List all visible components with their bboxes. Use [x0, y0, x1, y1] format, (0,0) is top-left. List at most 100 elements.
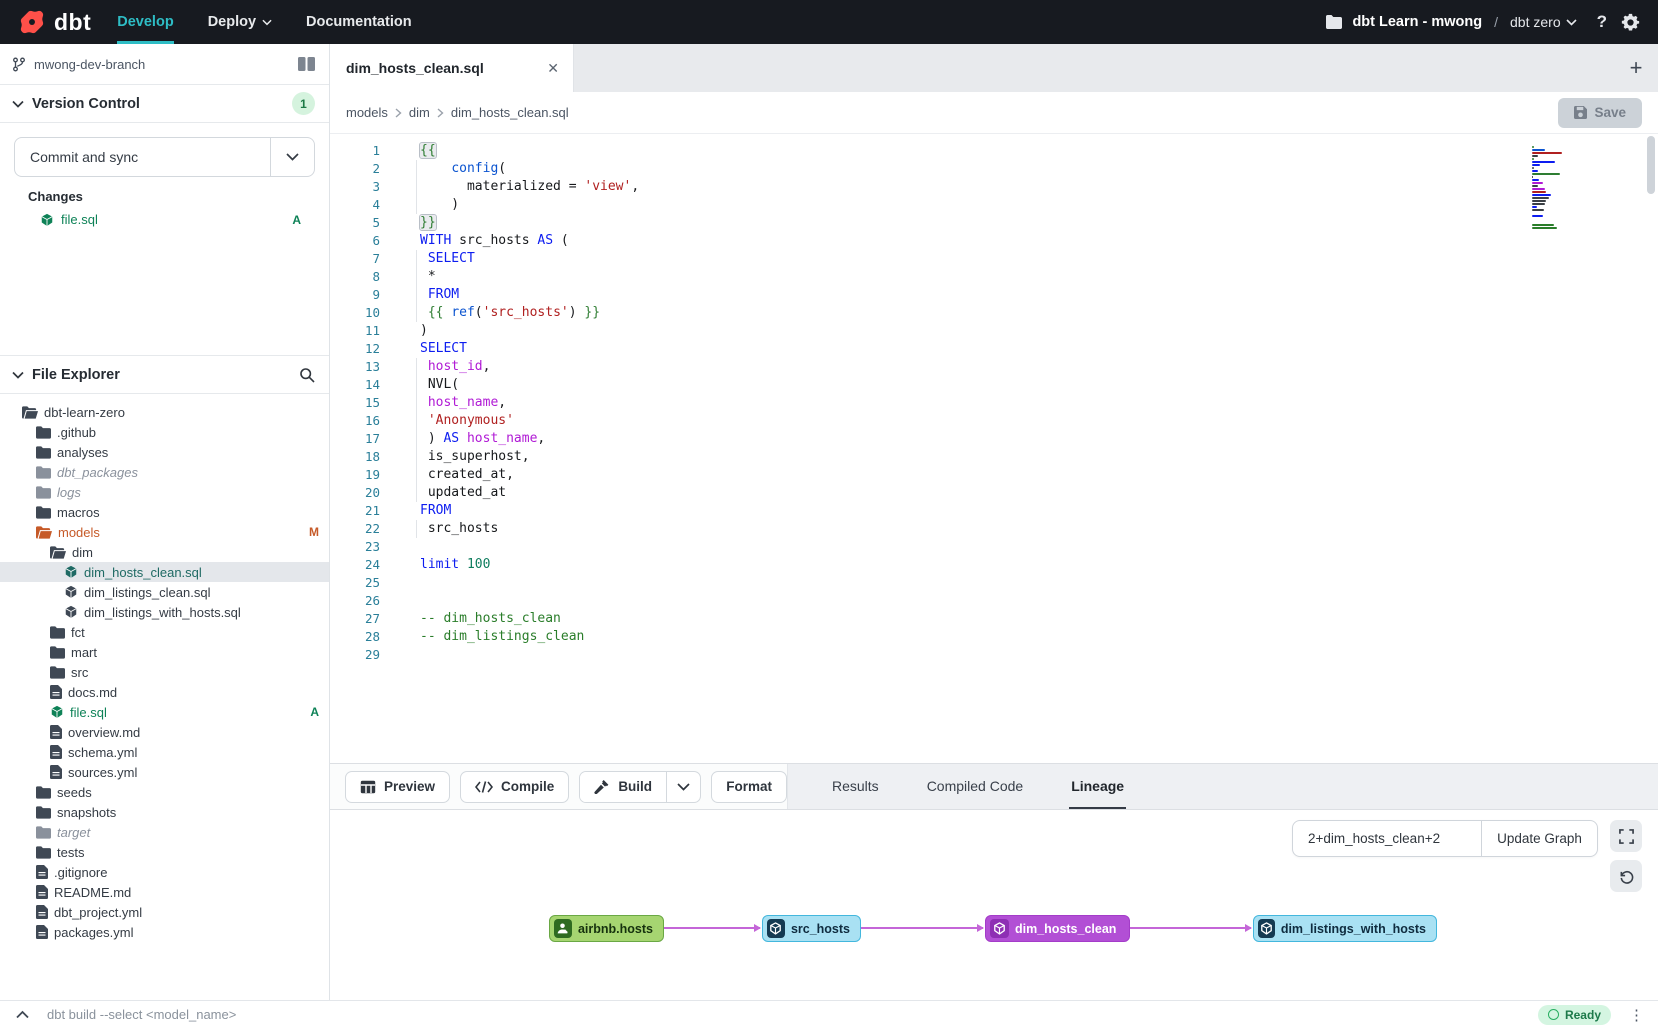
code-line[interactable]: *: [420, 268, 1658, 286]
code-editor[interactable]: 1234567891011121314151617181920212223242…: [330, 133, 1658, 763]
compile-button[interactable]: Compile: [460, 771, 569, 803]
chevron-up-icon[interactable]: [16, 1010, 29, 1019]
code-line[interactable]: created_at,: [420, 466, 1658, 484]
code-line[interactable]: SELECT: [420, 340, 1658, 358]
tree-item--github[interactable]: .github: [0, 422, 329, 442]
build-button[interactable]: Build: [580, 772, 666, 802]
code-line[interactable]: 'Anonymous': [420, 412, 1658, 430]
file-explorer-header[interactable]: File Explorer: [0, 356, 329, 394]
nav-item-deploy[interactable]: Deploy: [208, 0, 272, 44]
nav-item-develop[interactable]: Develop: [117, 0, 173, 44]
version-control-header[interactable]: Version Control 1: [0, 85, 329, 123]
dbt-logo[interactable]: dbt: [0, 8, 117, 36]
code-line[interactable]: {{: [420, 142, 1658, 160]
tree-item-dim-hosts-clean-sql[interactable]: dim_hosts_clean.sql: [0, 562, 329, 582]
close-icon[interactable]: ✕: [547, 60, 559, 77]
tree-item-dbt-project-yml[interactable]: dbt_project.yml: [0, 902, 329, 922]
code-line[interactable]: [420, 646, 1658, 664]
tree-item-dbt-learn-zero[interactable]: dbt-learn-zero: [0, 402, 329, 422]
code-line[interactable]: is_superhost,: [420, 448, 1658, 466]
code-line[interactable]: [420, 538, 1658, 556]
tree-item-file-sql[interactable]: file.sqlA: [0, 702, 329, 722]
build-options-caret[interactable]: [666, 772, 700, 802]
search-icon[interactable]: [299, 367, 315, 383]
new-tab-button[interactable]: +: [1614, 44, 1658, 92]
code-line[interactable]: ): [420, 196, 1658, 214]
editor-tab[interactable]: dim_hosts_clean.sql ✕: [330, 44, 574, 92]
tree-item--gitignore[interactable]: .gitignore: [0, 862, 329, 882]
lineage-node-src-hosts[interactable]: src_hosts: [762, 915, 861, 942]
tree-item-dim-listings-clean-sql[interactable]: dim_listings_clean.sql: [0, 582, 329, 602]
changed-file-row[interactable]: file.sql A: [28, 212, 301, 227]
tab-compiled-code[interactable]: Compiled Code: [925, 764, 1026, 809]
tab-lineage[interactable]: Lineage: [1069, 764, 1126, 809]
minimap[interactable]: [1532, 146, 1562, 233]
tree-item-dim[interactable]: dim: [0, 542, 329, 562]
code-line[interactable]: {{ ref('src_hosts') }}: [420, 304, 1658, 322]
lineage-node-dim-listings-with-hosts[interactable]: dim_listings_with_hosts: [1253, 915, 1437, 942]
commit-options-caret[interactable]: [270, 138, 314, 176]
tree-item-schema-yml[interactable]: schema.yml: [0, 742, 329, 762]
tree-item-dbt-packages[interactable]: dbt_packages: [0, 462, 329, 482]
code-line[interactable]: -- dim_hosts_clean: [420, 610, 1658, 628]
tree-item-readme-md[interactable]: README.md: [0, 882, 329, 902]
update-graph-button[interactable]: Update Graph: [1481, 821, 1597, 856]
code-line[interactable]: WITH src_hosts AS (: [420, 232, 1658, 250]
tree-item-analyses[interactable]: analyses: [0, 442, 329, 462]
code-line[interactable]: updated_at: [420, 484, 1658, 502]
editor-scrollbar[interactable]: [1647, 136, 1655, 194]
tree-item-packages-yml[interactable]: packages.yml: [0, 922, 329, 942]
tree-item-docs-md[interactable]: docs.md: [0, 682, 329, 702]
docs-panel-icon[interactable]: [298, 57, 315, 71]
code-line[interactable]: config(: [420, 160, 1658, 178]
format-button[interactable]: Format: [711, 771, 787, 803]
breadcrumb-item[interactable]: dim_hosts_clean.sql: [451, 105, 569, 120]
tree-item-tests[interactable]: tests: [0, 842, 329, 862]
reset-view-button[interactable]: [1610, 860, 1642, 892]
tree-item-overview-md[interactable]: overview.md: [0, 722, 329, 742]
commit-and-sync-button[interactable]: Commit and sync: [14, 137, 315, 177]
tree-item-src[interactable]: src: [0, 662, 329, 682]
nav-item-documentation[interactable]: Documentation: [306, 0, 412, 44]
code-line[interactable]: [420, 592, 1658, 610]
environment-selector[interactable]: dbt zero: [1510, 14, 1577, 30]
code-line[interactable]: }}: [420, 214, 1658, 232]
lineage-selector-input[interactable]: 2+dim_hosts_clean+2: [1293, 821, 1481, 856]
gear-icon[interactable]: [1621, 13, 1640, 32]
code-line[interactable]: host_name,: [420, 394, 1658, 412]
code-line[interactable]: -- dim_listings_clean: [420, 628, 1658, 646]
code-line[interactable]: src_hosts: [420, 520, 1658, 538]
code-line[interactable]: FROM: [420, 286, 1658, 304]
fullscreen-button[interactable]: [1610, 820, 1642, 852]
code-line[interactable]: ): [420, 322, 1658, 340]
lineage-node-dim-hosts-clean[interactable]: dim_hosts_clean: [985, 915, 1130, 942]
code-area[interactable]: {{ config( materialized = 'view', )}}WIT…: [394, 134, 1658, 763]
code-line[interactable]: host_id,: [420, 358, 1658, 376]
code-line[interactable]: ) AS host_name,: [420, 430, 1658, 448]
tree-item-seeds[interactable]: seeds: [0, 782, 329, 802]
code-line[interactable]: NVL(: [420, 376, 1658, 394]
tree-item-models[interactable]: modelsM: [0, 522, 329, 542]
tree-item-mart[interactable]: mart: [0, 642, 329, 662]
tab-results[interactable]: Results: [830, 764, 881, 809]
code-line[interactable]: materialized = 'view',: [420, 178, 1658, 196]
tree-item-target[interactable]: target: [0, 822, 329, 842]
branch-row[interactable]: mwong-dev-branch: [0, 44, 329, 85]
help-icon[interactable]: ?: [1597, 12, 1607, 32]
tree-item-macros[interactable]: macros: [0, 502, 329, 522]
tree-item-dim-listings-with-hosts-sql[interactable]: dim_listings_with_hosts.sql: [0, 602, 329, 622]
lineage-node-airbnb-hosts[interactable]: airbnb.hosts: [549, 915, 664, 942]
breadcrumb-item[interactable]: dim: [409, 105, 430, 120]
tree-item-snapshots[interactable]: snapshots: [0, 802, 329, 822]
tree-item-logs[interactable]: logs: [0, 482, 329, 502]
project-name[interactable]: dbt Learn - mwong: [1352, 14, 1482, 30]
command-input[interactable]: dbt build --select <model_name>: [47, 1007, 1520, 1022]
tree-item-sources-yml[interactable]: sources.yml: [0, 762, 329, 782]
code-line[interactable]: limit 100: [420, 556, 1658, 574]
preview-button[interactable]: Preview: [345, 771, 450, 803]
code-line[interactable]: [420, 574, 1658, 592]
save-button[interactable]: Save: [1558, 98, 1642, 128]
code-line[interactable]: FROM: [420, 502, 1658, 520]
breadcrumb-item[interactable]: models: [346, 105, 388, 120]
code-line[interactable]: SELECT: [420, 250, 1658, 268]
